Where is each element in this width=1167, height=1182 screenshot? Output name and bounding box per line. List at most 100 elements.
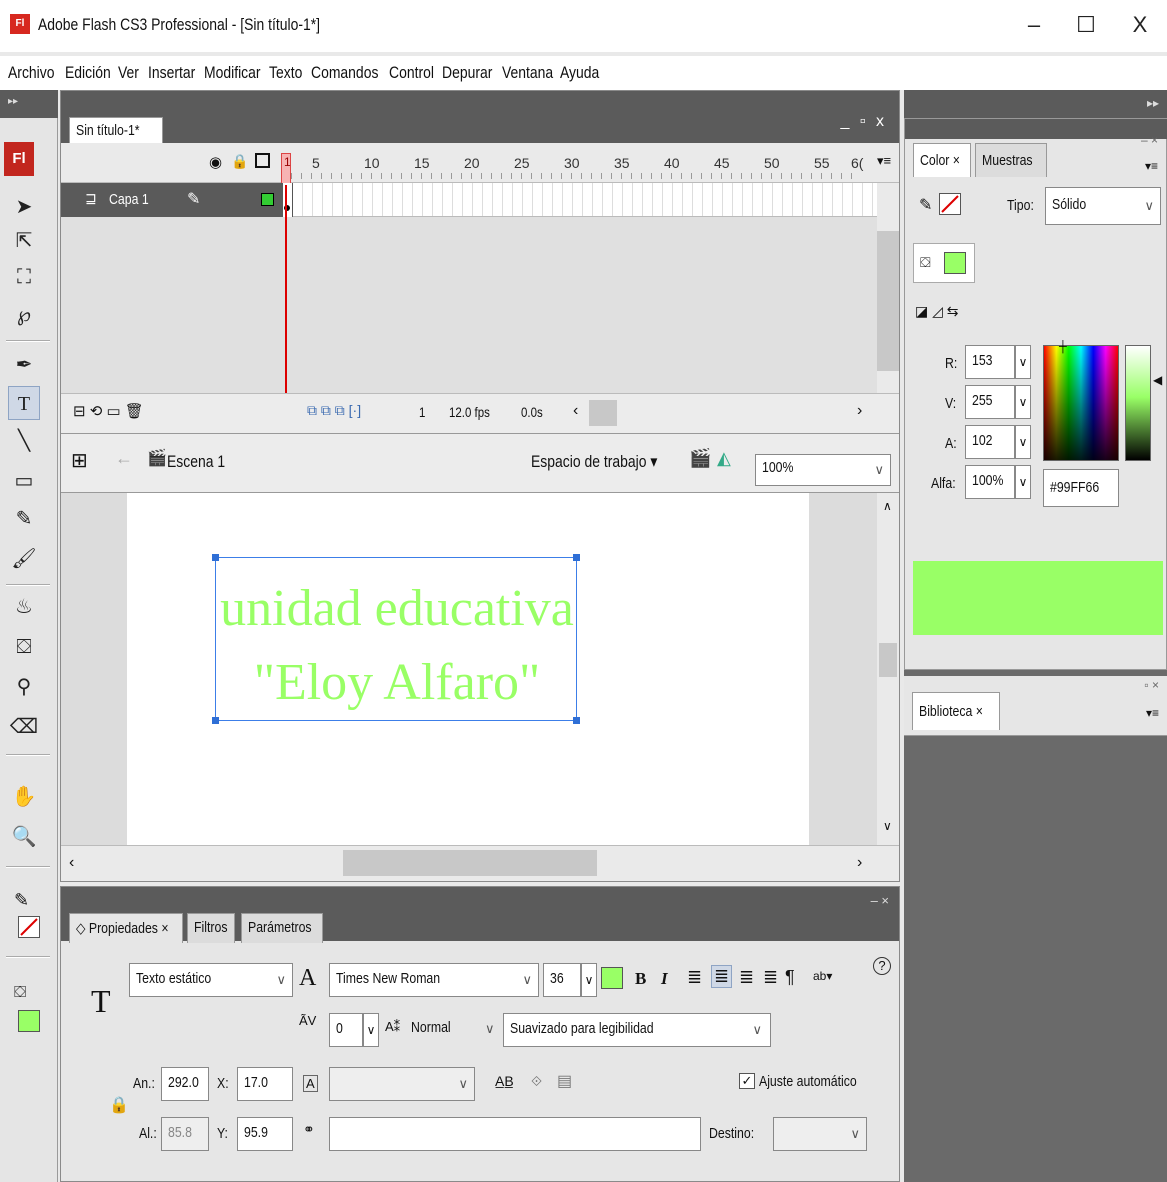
lock-icon[interactable]: 🔒 <box>231 153 248 170</box>
scroll-right-arrow[interactable]: › <box>857 854 862 872</box>
green-input[interactable]: 255 <box>965 385 1015 419</box>
pencil-tool-icon[interactable]: ✎ <box>8 502 40 536</box>
stroke-color-swatch[interactable] <box>18 916 40 938</box>
onion-skin-icons[interactable]: ⧉ ⧉ ⧉ [·] <box>307 402 361 419</box>
red-dropdown[interactable]: ∨ <box>1015 345 1031 379</box>
antialias-select[interactable]: Suavizado para legibilidad ∨ <box>503 1013 771 1047</box>
layer-buttons-icon[interactable]: ⊟ ⟲ ▭ 🗑 <box>73 402 144 420</box>
scroll-right-arrow[interactable]: › <box>857 402 862 420</box>
eraser-tool-icon[interactable]: ⌫ <box>8 710 40 744</box>
text-tool-icon[interactable]: T <box>8 386 40 420</box>
resize-handle[interactable] <box>573 554 580 561</box>
x-input[interactable]: 17.0 <box>237 1067 293 1101</box>
tab-biblioteca[interactable]: Biblioteca × <box>912 692 1000 730</box>
close-button[interactable]: X <box>1118 8 1162 42</box>
tab-parametros[interactable]: Parámetros <box>241 913 323 943</box>
letter-spacing-dropdown[interactable]: ∨ <box>363 1013 379 1047</box>
swap-colors-icons[interactable]: ◪ ◿ ⇆ <box>915 303 959 320</box>
text-box-size-icon[interactable]: A <box>303 1075 318 1092</box>
zoom-select[interactable]: 100% ∨ <box>755 454 891 486</box>
resize-handle[interactable] <box>212 554 219 561</box>
brush-tool-icon[interactable]: 🖌 <box>8 542 40 576</box>
color-panel-menu-icon[interactable]: ▾≡ <box>1145 159 1158 173</box>
align-left-button[interactable]: ≣ <box>687 967 702 988</box>
autokern-checkbox[interactable]: ✓ <box>739 1073 755 1089</box>
justify-button[interactable]: ≣ <box>763 967 778 988</box>
target-select[interactable]: ∨ <box>773 1117 867 1151</box>
paint-bucket-tool-icon[interactable]: ⛋ <box>8 630 40 664</box>
stroke-color-swatch[interactable] <box>939 193 961 215</box>
maximize-button[interactable]: ☐ <box>1064 8 1108 42</box>
hex-input[interactable]: #99FF66 <box>1043 469 1119 507</box>
layer-row[interactable]: ⊒ Capa 1 ✎ <box>61 183 283 217</box>
letter-spacing-input[interactable]: 0 <box>329 1013 363 1047</box>
menu-control[interactable]: Control <box>389 60 444 86</box>
fill-color-swatch[interactable] <box>18 1010 40 1032</box>
scroll-left-arrow[interactable]: ‹ <box>69 854 74 872</box>
italic-button[interactable]: I <box>661 969 668 989</box>
text-type-select[interactable]: Texto estático ∨ <box>129 963 293 997</box>
blue-dropdown[interactable]: ∨ <box>1015 425 1031 459</box>
scroll-up-arrow[interactable]: ∧ <box>883 499 892 513</box>
scroll-down-arrow[interactable]: ∨ <box>883 819 892 833</box>
back-arrow-icon[interactable]: ← <box>115 448 133 469</box>
library-close-icon[interactable]: ▫ × <box>1144 678 1159 692</box>
document-tab[interactable]: Sin título-1* <box>69 117 163 145</box>
free-transform-tool-icon[interactable]: ⛶ <box>8 260 40 294</box>
eyedropper-tool-icon[interactable]: ⚲ <box>8 670 40 704</box>
baseline-select[interactable]: Normal ∨ <box>411 1019 501 1036</box>
fill-color-swatch[interactable] <box>944 252 966 274</box>
text-color-swatch[interactable] <box>601 967 623 989</box>
pen-tool-icon[interactable]: ✒ <box>8 348 40 382</box>
stage-hscroll-thumb[interactable] <box>343 850 597 876</box>
brightness-slider[interactable] <box>1125 345 1151 461</box>
line-tool-icon[interactable]: ╲ <box>8 424 40 458</box>
timeline-toggle-icon[interactable]: ⊞ <box>71 448 88 473</box>
lasso-tool-icon[interactable]: ℘ <box>8 298 40 332</box>
selectable-text-icon[interactable]: A̲B̲ <box>495 1073 514 1089</box>
alpha-dropdown[interactable]: ∨ <box>1015 465 1031 499</box>
menu-comandos[interactable]: Comandos <box>311 60 393 86</box>
layer-frames[interactable] <box>283 183 877 217</box>
color-panel-close-icon[interactable]: – × <box>1141 133 1158 147</box>
link-url-select[interactable]: ∨ <box>329 1067 475 1101</box>
tab-muestras[interactable]: Muestras <box>975 143 1047 177</box>
green-dropdown[interactable]: ∨ <box>1015 385 1031 419</box>
tab-propiedades[interactable]: ◇ Propiedades × <box>69 913 183 943</box>
menu-depurar[interactable]: Depurar <box>442 60 503 86</box>
timeline-hscroll-thumb[interactable] <box>589 400 617 426</box>
outline-icon[interactable] <box>255 153 270 168</box>
selected-text-field[interactable]: unidad educativa "Eloy Alfaro" <box>212 554 580 724</box>
menu-texto[interactable]: Texto <box>269 60 310 86</box>
align-right-button[interactable]: ≣ <box>739 967 754 988</box>
scroll-left-arrow[interactable]: ‹ <box>573 402 578 420</box>
stage-vertical-scrollbar[interactable]: ∧ ∨ <box>877 493 899 845</box>
blue-input[interactable]: 102 <box>965 425 1015 459</box>
font-family-select[interactable]: Times New Roman ∨ <box>329 963 539 997</box>
selection-tool-icon[interactable]: ➤ <box>8 190 40 224</box>
link-input[interactable] <box>329 1117 701 1151</box>
menu-modificar[interactable]: Modificar <box>204 60 273 86</box>
dock-collapse-icon[interactable]: ▸▸ <box>1147 96 1159 110</box>
rectangle-tool-icon[interactable]: ▭ <box>8 464 40 498</box>
bold-button[interactable]: B <box>635 969 646 989</box>
panel-collapse-icon[interactable]: ▸▸ <box>0 90 58 118</box>
scene-name[interactable]: Escena 1 <box>167 452 238 472</box>
panel-close-icon[interactable]: – × <box>871 893 889 908</box>
color-spectrum-picker[interactable] <box>1043 345 1119 461</box>
stage-horizontal-scrollbar[interactable]: ‹ › <box>61 845 899 881</box>
help-button[interactable]: ? <box>873 957 891 975</box>
ink-bottle-tool-icon[interactable]: ♨ <box>8 590 40 624</box>
font-size-dropdown[interactable]: ∨ <box>581 963 597 997</box>
minimize-button[interactable]: – <box>1012 8 1056 42</box>
layer-outline-color-icon[interactable] <box>261 193 274 206</box>
menu-edicion[interactable]: Edición <box>65 60 121 86</box>
tab-color[interactable]: Color × <box>913 143 971 177</box>
workspace-menu[interactable]: Espacio de trabajo ▾ <box>531 452 685 472</box>
document-window-controls[interactable]: _ ▫ x <box>841 113 887 131</box>
menu-ventana[interactable]: Ventana <box>502 60 564 86</box>
stage[interactable]: unidad educativa "Eloy Alfaro" <box>127 493 809 845</box>
stage-vscroll-thumb[interactable] <box>879 643 897 677</box>
lock-proportions-icon[interactable]: 🔒 <box>109 1095 129 1115</box>
subselection-tool-icon[interactable]: ⇱ <box>8 224 40 258</box>
